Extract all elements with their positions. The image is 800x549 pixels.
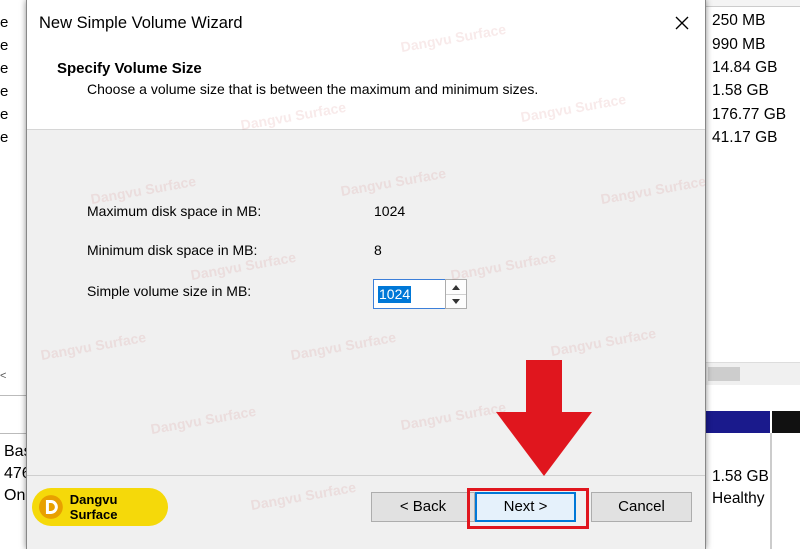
max-disk-space-label: Maximum disk space in MB: xyxy=(87,203,262,219)
background-divider xyxy=(0,433,26,434)
volume-size-stepper[interactable]: 1024 xyxy=(373,279,467,309)
background-row-text: e xyxy=(0,106,9,123)
close-icon xyxy=(675,16,689,30)
background-capacity-value: 41.17 GB xyxy=(712,129,778,146)
stepper-buttons xyxy=(445,279,467,309)
background-capacity-value: 14.84 GB xyxy=(712,59,778,76)
background-horizontal-scrollbar[interactable] xyxy=(704,362,800,385)
min-disk-space-value: 8 xyxy=(374,242,382,258)
background-volume-list-right: 250 MB 990 MB 14.84 GB 1.58 GB 176.77 GB… xyxy=(704,0,800,549)
volume-size-input[interactable]: 1024 xyxy=(373,279,446,309)
background-row-text: e xyxy=(0,129,9,146)
background-divider xyxy=(770,433,772,549)
background-capacity-value: 1.58 GB xyxy=(712,82,769,99)
next-button-highlight xyxy=(467,488,589,529)
background-capacity-value: 250 MB xyxy=(712,12,766,29)
dialog-title: New Simple Volume Wizard xyxy=(39,14,243,32)
background-scroll-thumb[interactable] xyxy=(708,367,740,381)
new-simple-volume-wizard-dialog: New Simple Volume Wizard Specify Volume … xyxy=(26,0,706,549)
background-row-text: e xyxy=(0,37,9,54)
stepper-up-button[interactable] xyxy=(446,280,466,295)
background-partition-size: 1.58 GB xyxy=(712,468,769,485)
dialog-titlebar[interactable]: New Simple Volume Wizard xyxy=(27,0,705,44)
max-disk-space-value: 1024 xyxy=(374,203,406,219)
background-partition-bar-unallocated xyxy=(772,411,800,433)
dangvu-surface-logo: Dangvu Surface xyxy=(32,488,168,526)
red-down-arrow-icon xyxy=(496,360,592,476)
page-subtitle: Choose a volume size that is between the… xyxy=(87,81,539,97)
cancel-button[interactable]: Cancel xyxy=(591,492,692,522)
volume-size-selected-text[interactable]: 1024 xyxy=(378,286,412,303)
volume-size-label: Simple volume size in MB: xyxy=(87,283,252,299)
caret-up-icon xyxy=(452,285,460,290)
logo-text: Dangvu Surface xyxy=(69,492,118,522)
stepper-down-button[interactable] xyxy=(446,294,466,308)
background-row-text: e xyxy=(0,14,9,31)
background-volume-list-left: e e e e e e < Bas 476 Onl xyxy=(0,0,32,549)
background-row-text: e xyxy=(0,60,9,77)
background-row-text: e xyxy=(0,83,9,100)
background-partition-bar-primary xyxy=(704,411,770,433)
background-capacity-value: 176.77 GB xyxy=(712,106,787,123)
back-button[interactable]: < Back xyxy=(371,492,475,522)
close-button[interactable] xyxy=(659,4,705,42)
footer-divider xyxy=(27,475,705,476)
min-disk-space-label: Minimum disk space in MB: xyxy=(87,242,258,258)
background-divider xyxy=(0,395,26,396)
background-partition-status: Healthy xyxy=(712,490,765,507)
background-capacity-value: 990 MB xyxy=(712,36,766,53)
dangvu-logo-icon xyxy=(38,495,63,519)
wizard-header: Specify Volume Size Choose a volume size… xyxy=(27,44,705,130)
background-column-header xyxy=(704,0,800,7)
caret-down-icon xyxy=(452,299,460,304)
page-title: Specify Volume Size xyxy=(57,60,202,77)
background-scroll-left-arrow[interactable]: < xyxy=(0,370,6,382)
